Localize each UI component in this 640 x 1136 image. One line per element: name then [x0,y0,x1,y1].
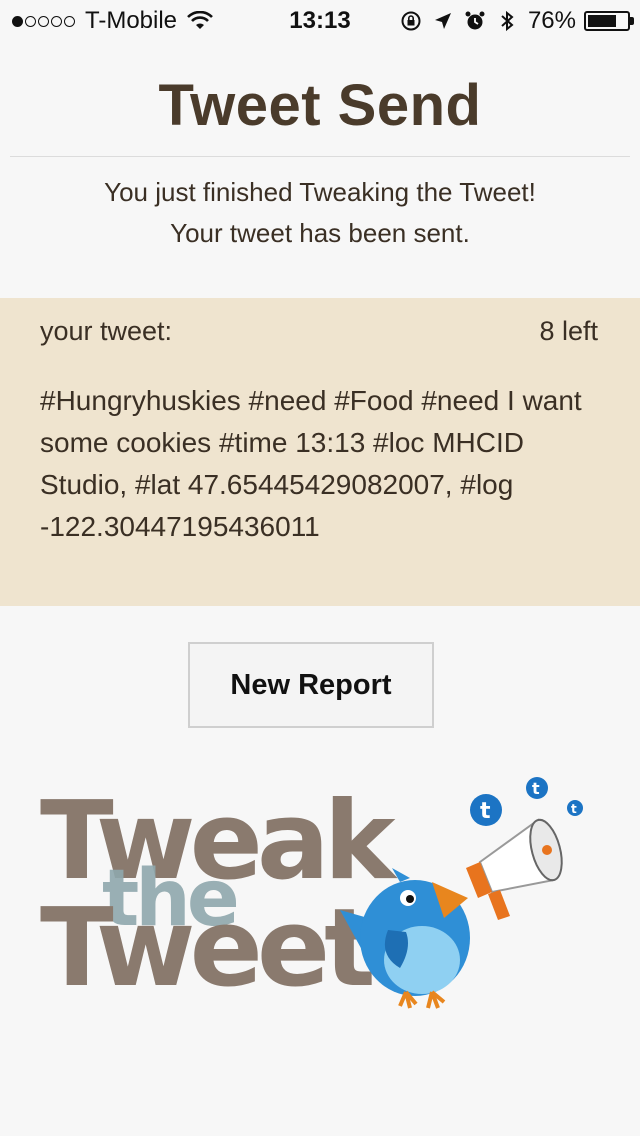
twitter-bubble-icons: t t t [470,777,583,826]
megaphone-icon [466,818,563,920]
alarm-icon [465,11,485,30]
status-right: 76% [390,7,634,35]
tweak-the-tweet-logo: Tweak the Tweet t t t [40,777,583,1011]
svg-text:t: t [532,779,540,798]
tweet-text: #Hungryhuskies #need #Food #need I want … [40,385,582,542]
battery-icon [584,11,634,31]
battery-percent: 76% [527,7,576,34]
svg-text:t: t [480,799,491,824]
status-bar: T-Mobile 13:13 76% [0,0,640,40]
tweet-panel: your tweet: 8 left #Hungryhuskies #need … [0,298,640,606]
header-divider [10,156,630,157]
logo-word-tweet: Tweet [40,886,374,1011]
page-title: Tweet Send [158,73,482,138]
location-arrow-icon [434,13,451,29]
new-report-button[interactable]: New Report [188,642,434,728]
characters-left: 8 left [539,316,598,346]
confirmation-message: You just finished Tweaking the Tweet! Yo… [0,172,640,254]
tweet-label: your tweet: [40,316,173,346]
confirmation-line-1: You just finished Tweaking the Tweet! [104,177,536,207]
confirmation-line-2: Your tweet has been sent. [170,218,470,248]
svg-text:t: t [571,802,577,816]
bluetooth-icon [501,10,514,32]
rotation-lock-icon [401,11,421,31]
